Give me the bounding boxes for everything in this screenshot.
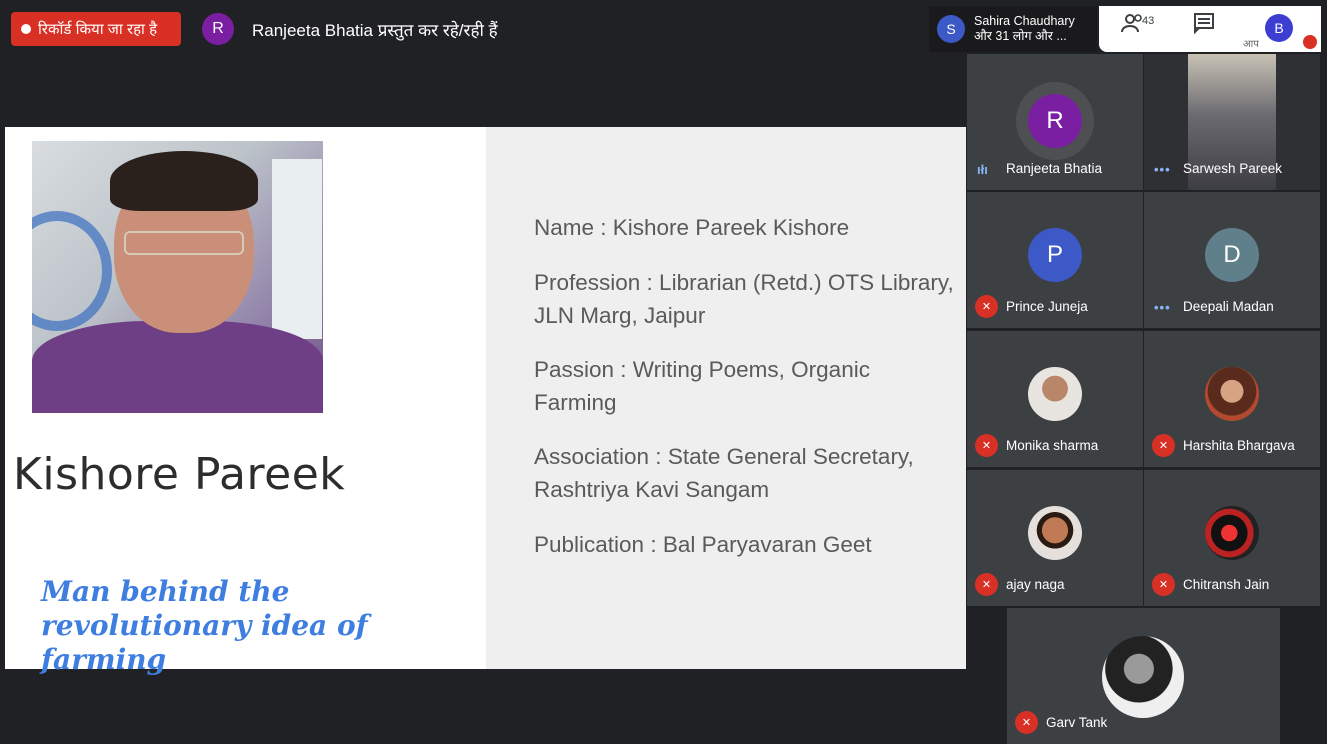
participant-avatar — [1028, 506, 1082, 560]
more-dots-icon: ••• — [1154, 162, 1171, 177]
participant-name: Harshita Bhargava — [1183, 438, 1295, 453]
participant-avatar: P — [1028, 228, 1082, 282]
info-association: Association : State General Secretary, R… — [534, 444, 914, 502]
info-passion: Passion : Writing Poems, Organic Farming — [534, 357, 870, 415]
mic-off-icon: ✕ — [975, 295, 998, 318]
viewer-line1: Sahira Chaudhary — [974, 14, 1075, 28]
recording-dot-icon — [21, 24, 31, 34]
photo-bg-blue — [32, 211, 112, 331]
info-profession: Profession : Librarian (Retd.) OTS Libra… — [534, 270, 954, 328]
mic-off-icon: ✕ — [975, 434, 998, 457]
recording-badge[interactable]: रिकॉर्ड किया जा रहा है — [11, 12, 181, 46]
self-mute-icon — [1303, 35, 1317, 49]
participant-tile[interactable]: ✕ Chitransh Jain — [1144, 470, 1320, 606]
viewer-chip[interactable]: S Sahira Chaudhary और 31 लोग और ... — [929, 6, 1097, 52]
participant-tile[interactable]: P ✕ Prince Juneja — [967, 192, 1143, 328]
participant-tile[interactable]: ✕ ajay naga — [967, 470, 1143, 606]
presentation-slide: Kishore Pareek Man behind the revolution… — [5, 127, 966, 676]
participant-avatar — [1205, 367, 1259, 421]
slide-person-name: Kishore Pareek — [13, 449, 346, 500]
viewer-line2: और 31 लोग और ... — [974, 29, 1067, 43]
viewer-text: Sahira Chaudhary और 31 लोग और ... — [974, 14, 1075, 44]
meet-window: रिकॉर्ड किया जा रहा है R Ranjeeta Bhatia… — [0, 0, 1327, 744]
participant-name: ajay naga — [1006, 577, 1065, 592]
photo-bg — [272, 159, 322, 339]
participant-count: 43 — [1142, 15, 1155, 27]
participant-avatar — [1205, 506, 1259, 560]
viewer-avatar: S — [937, 15, 965, 43]
participant-name: Chitransh Jain — [1183, 577, 1270, 592]
participant-tile[interactable]: ✕ Monika sharma — [967, 331, 1143, 467]
participant-name: Prince Juneja — [1006, 299, 1088, 314]
slide-tagline: Man behind the revolutionary idea of far… — [41, 575, 368, 676]
presenter-status: Ranjeeta Bhatia प्रस्तुत कर रहे/रही हैं — [252, 21, 498, 40]
photo-hair — [110, 151, 258, 211]
self-label: आप — [1243, 39, 1259, 50]
participant-avatar — [1028, 367, 1082, 421]
mic-off-icon: ✕ — [1015, 711, 1038, 734]
slide-info-panel: Name : Kishore Pareek Kishore Profession… — [486, 127, 966, 669]
participant-tile[interactable]: ••• Sarwesh Pareek — [1144, 54, 1320, 190]
participant-tile[interactable]: ✕ Garv Tank — [1007, 608, 1280, 744]
participant-name: Garv Tank — [1046, 715, 1108, 730]
self-avatar[interactable]: B — [1265, 14, 1293, 42]
speaking-icon: ıłı — [977, 162, 988, 177]
person-photo — [32, 141, 323, 413]
participant-tile[interactable]: D ••• Deepali Madan — [1144, 192, 1320, 328]
chat-icon[interactable] — [1193, 12, 1215, 40]
participant-avatar — [1102, 636, 1184, 718]
info-publication: Publication : Bal Paryavaran Geet — [534, 532, 872, 557]
mic-off-icon: ✕ — [1152, 573, 1175, 596]
participant-name: Ranjeeta Bhatia — [1006, 161, 1103, 176]
participant-avatar: D — [1205, 228, 1259, 282]
recording-label: रिकॉर्ड किया जा रहा है — [38, 21, 158, 38]
mic-off-icon: ✕ — [975, 573, 998, 596]
mic-off-icon: ✕ — [1152, 434, 1175, 457]
more-dots-icon: ••• — [1154, 300, 1171, 315]
participant-tile[interactable]: ✕ Harshita Bhargava — [1144, 331, 1320, 467]
participant-name: Sarwesh Pareek — [1183, 161, 1283, 176]
photo-glasses — [124, 231, 244, 255]
participant-avatar: R — [1028, 94, 1082, 148]
info-name: Name : Kishore Pareek Kishore — [534, 215, 850, 240]
participant-tile[interactable]: R ıłı Ranjeeta Bhatia — [967, 54, 1143, 190]
participant-name: Monika sharma — [1006, 438, 1099, 453]
photo-shirt — [32, 321, 323, 413]
participant-name: Deepali Madan — [1183, 299, 1274, 314]
presenter-avatar: R — [202, 13, 234, 45]
